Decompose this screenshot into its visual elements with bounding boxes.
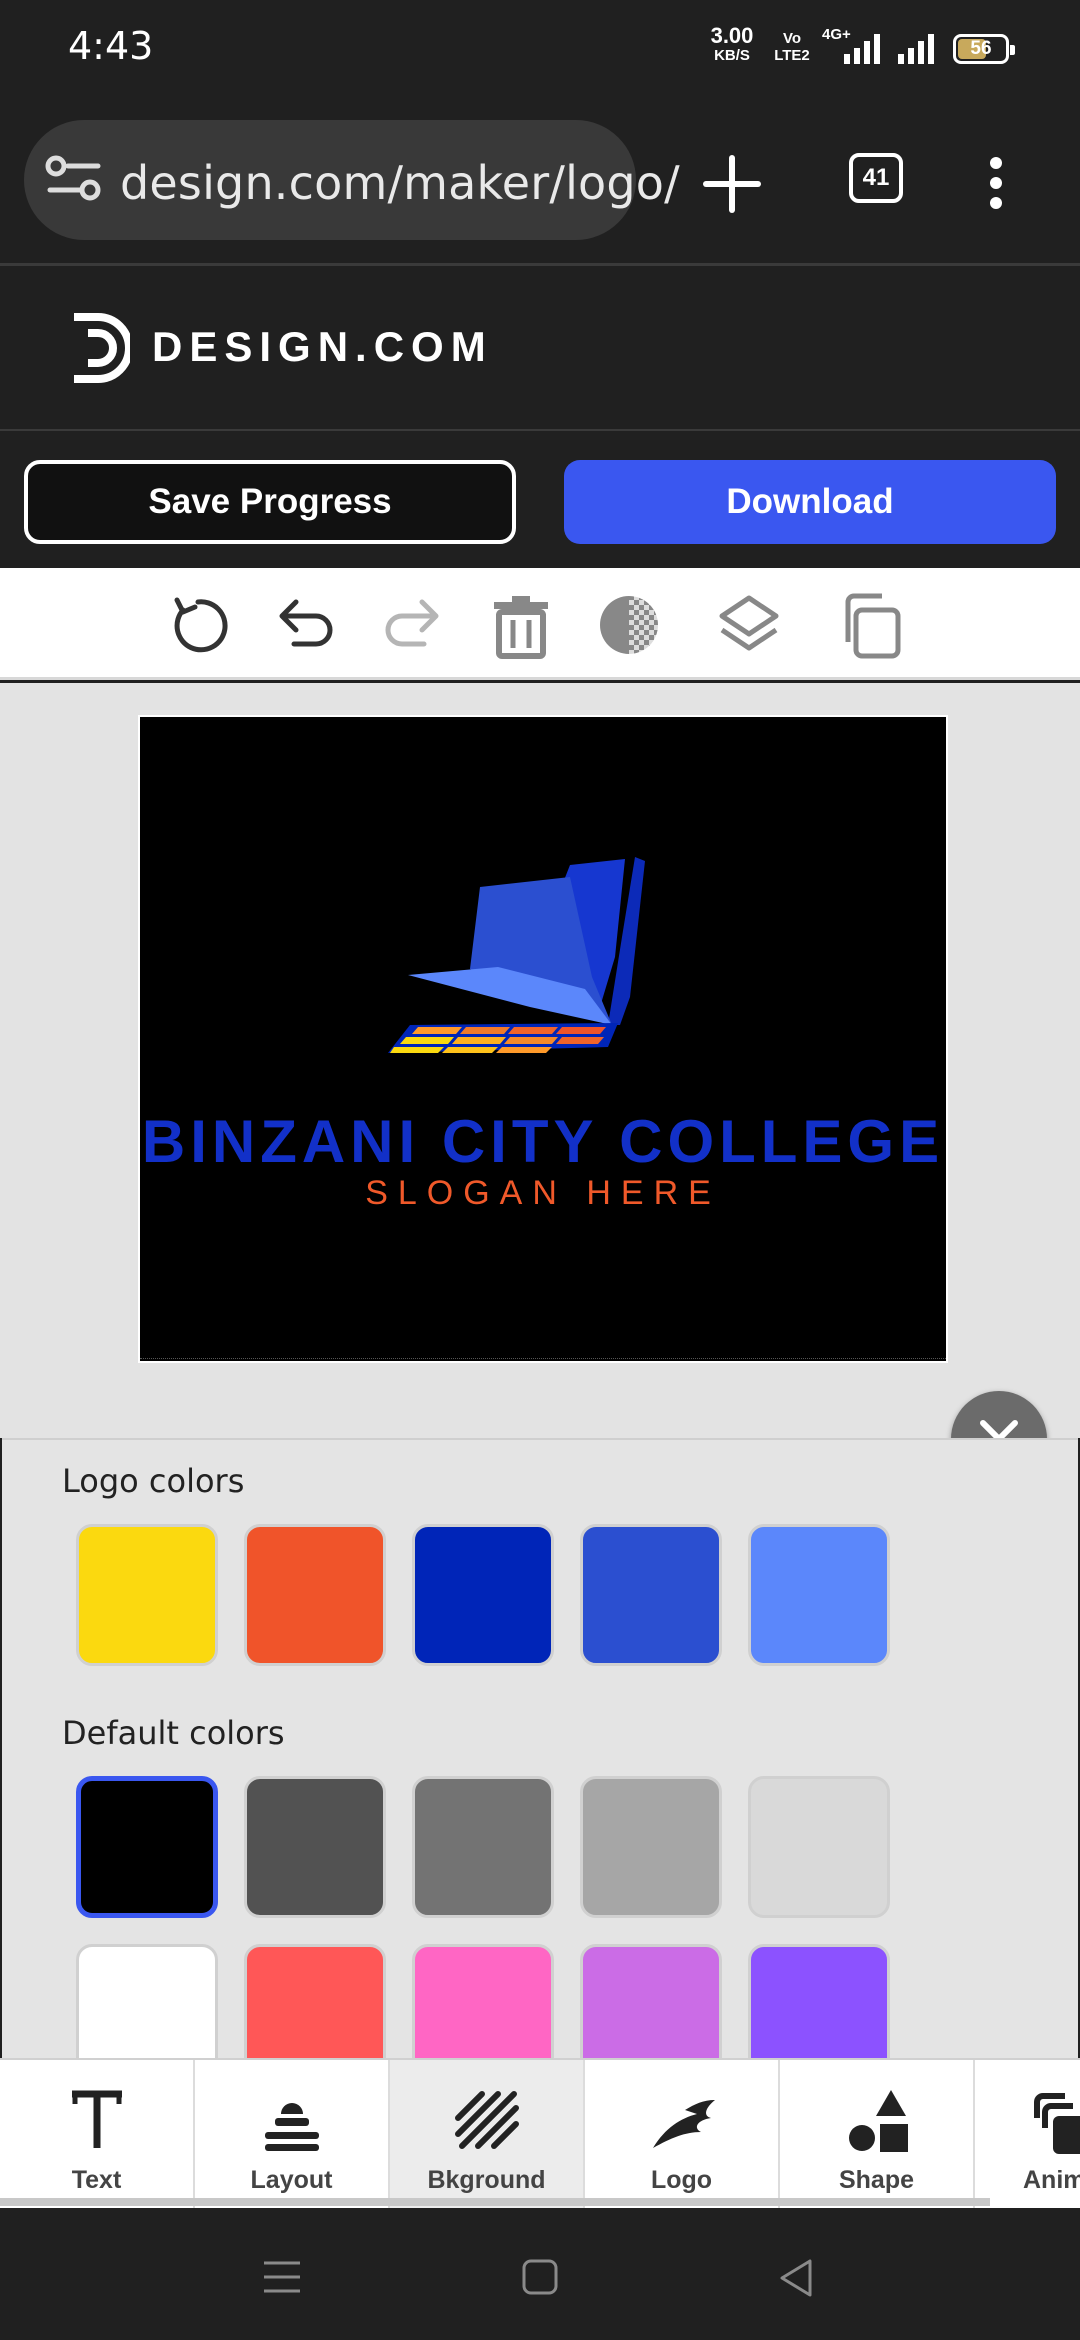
trash-icon[interactable] bbox=[486, 590, 556, 660]
nav-item-layout[interactable]: Layout bbox=[195, 2060, 390, 2210]
nav-label-shape: Shape bbox=[838, 2166, 915, 2194]
logo-icon bbox=[653, 2100, 715, 2148]
default-color-row2-swatch-4[interactable] bbox=[580, 1944, 722, 2058]
logo-title-text[interactable]: BINZANI CITY COLLEGE bbox=[140, 1107, 946, 1176]
redo-icon[interactable] bbox=[378, 590, 448, 660]
bottom-tool-nav: Text Layout Bkground Logo Shape Anim bbox=[0, 2058, 1080, 2210]
recent-apps-icon[interactable] bbox=[262, 2260, 302, 2294]
default-color-swatch-3[interactable] bbox=[412, 1776, 554, 1918]
save-progress-button[interactable]: Save Progress bbox=[24, 460, 516, 544]
url-text[interactable]: design.com/maker/logo/ bbox=[120, 156, 680, 210]
logo-artboard[interactable]: BINZANI CITY COLLEGE SLOGAN HERE bbox=[138, 715, 948, 1363]
address-bar[interactable]: design.com/maker/logo/ bbox=[24, 120, 680, 240]
signal-icon bbox=[844, 34, 880, 64]
network-speed: 3.00 KB/S bbox=[705, 23, 759, 66]
logo-color-swatch-4[interactable] bbox=[580, 1524, 722, 1666]
nav-label-layout: Layout bbox=[250, 2166, 333, 2194]
shape-icon bbox=[849, 2090, 908, 2152]
nav-item-logo[interactable]: Logo bbox=[585, 2060, 780, 2210]
more-options-icon[interactable] bbox=[988, 155, 1004, 211]
nav-label-animation: Anim bbox=[1023, 2166, 1080, 2194]
undo-icon[interactable] bbox=[270, 590, 340, 660]
back-icon[interactable] bbox=[778, 2258, 814, 2298]
home-icon[interactable] bbox=[521, 2258, 559, 2296]
browser-toolbar: design.com/maker/logo/ 41 bbox=[0, 100, 1080, 266]
laptop-book-graphic[interactable] bbox=[380, 857, 710, 1087]
color-panel: Logo colors Default colors bbox=[2, 1438, 1078, 2058]
default-color-swatch-1[interactable] bbox=[76, 1776, 218, 1918]
layout-icon bbox=[265, 2103, 319, 2151]
system-navigation-bar bbox=[0, 2208, 1080, 2340]
duplicate-icon[interactable] bbox=[834, 590, 904, 660]
layers-icon[interactable] bbox=[714, 590, 784, 660]
background-icon bbox=[455, 2091, 519, 2149]
design-com-logo-icon[interactable] bbox=[70, 313, 130, 383]
artboard-ruler bbox=[140, 1358, 946, 1361]
logo-color-swatch-1[interactable] bbox=[76, 1524, 218, 1666]
default-color-swatch-4[interactable] bbox=[580, 1776, 722, 1918]
default-color-row2-swatch-2[interactable] bbox=[244, 1944, 386, 2058]
transparency-icon[interactable] bbox=[594, 590, 664, 660]
brand-name[interactable]: DESIGN.COM bbox=[152, 323, 493, 371]
nav-item-shape[interactable]: Shape bbox=[780, 2060, 975, 2210]
default-color-row2-swatch-1[interactable] bbox=[76, 1944, 218, 2058]
canvas-area: BINZANI CITY COLLEGE SLOGAN HERE bbox=[0, 683, 1080, 1487]
nav-label-background: Bkground bbox=[427, 2166, 546, 2194]
nav-item-background[interactable]: Bkground bbox=[390, 2060, 585, 2210]
logo-colors-label: Logo colors bbox=[62, 1462, 245, 1500]
battery-level: 56 bbox=[970, 38, 992, 59]
bottom-nav-scrollbar[interactable] bbox=[0, 2198, 990, 2206]
download-button[interactable]: Download bbox=[564, 460, 1056, 544]
tab-switcher-button[interactable]: 41 bbox=[849, 153, 903, 203]
default-color-row2-swatch-5[interactable] bbox=[748, 1944, 890, 2058]
logo-slogan-text[interactable]: SLOGAN HERE bbox=[140, 1174, 946, 1213]
default-color-swatch-5[interactable] bbox=[748, 1776, 890, 1918]
reset-icon[interactable] bbox=[163, 590, 233, 660]
text-icon bbox=[72, 2090, 122, 2148]
default-color-swatch-2[interactable] bbox=[244, 1776, 386, 1918]
battery-icon: 56 bbox=[953, 34, 1015, 64]
default-colors-label: Default colors bbox=[62, 1714, 285, 1752]
site-settings-icon[interactable] bbox=[44, 154, 104, 206]
animation-icon bbox=[1034, 2093, 1080, 2154]
site-header: DESIGN.COM bbox=[0, 269, 1080, 431]
default-color-row2-swatch-3[interactable] bbox=[412, 1944, 554, 2058]
logo-color-swatch-2[interactable] bbox=[244, 1524, 386, 1666]
logo-color-swatch-3[interactable] bbox=[412, 1524, 554, 1666]
network-speed-unit: KB/S bbox=[714, 47, 750, 64]
action-bar: Save Progress Download bbox=[0, 432, 1080, 568]
nav-label-logo: Logo bbox=[650, 2166, 713, 2194]
new-tab-icon[interactable] bbox=[700, 152, 764, 216]
status-bar: 4:43 3.00 KB/S Vo LTE2 4G+ 56 bbox=[0, 0, 1080, 100]
volte-indicator: Vo LTE2 bbox=[774, 30, 810, 64]
network-speed-value: 3.00 bbox=[710, 23, 754, 48]
status-time: 4:43 bbox=[68, 24, 154, 68]
signal-icon-2 bbox=[898, 34, 934, 64]
nav-item-animation[interactable]: Anim bbox=[975, 2060, 1080, 2210]
logo-color-swatch-5[interactable] bbox=[748, 1524, 890, 1666]
nav-label-text: Text bbox=[71, 2166, 122, 2194]
nav-item-text[interactable]: Text bbox=[0, 2060, 195, 2210]
editor-toolbar bbox=[0, 568, 1080, 680]
